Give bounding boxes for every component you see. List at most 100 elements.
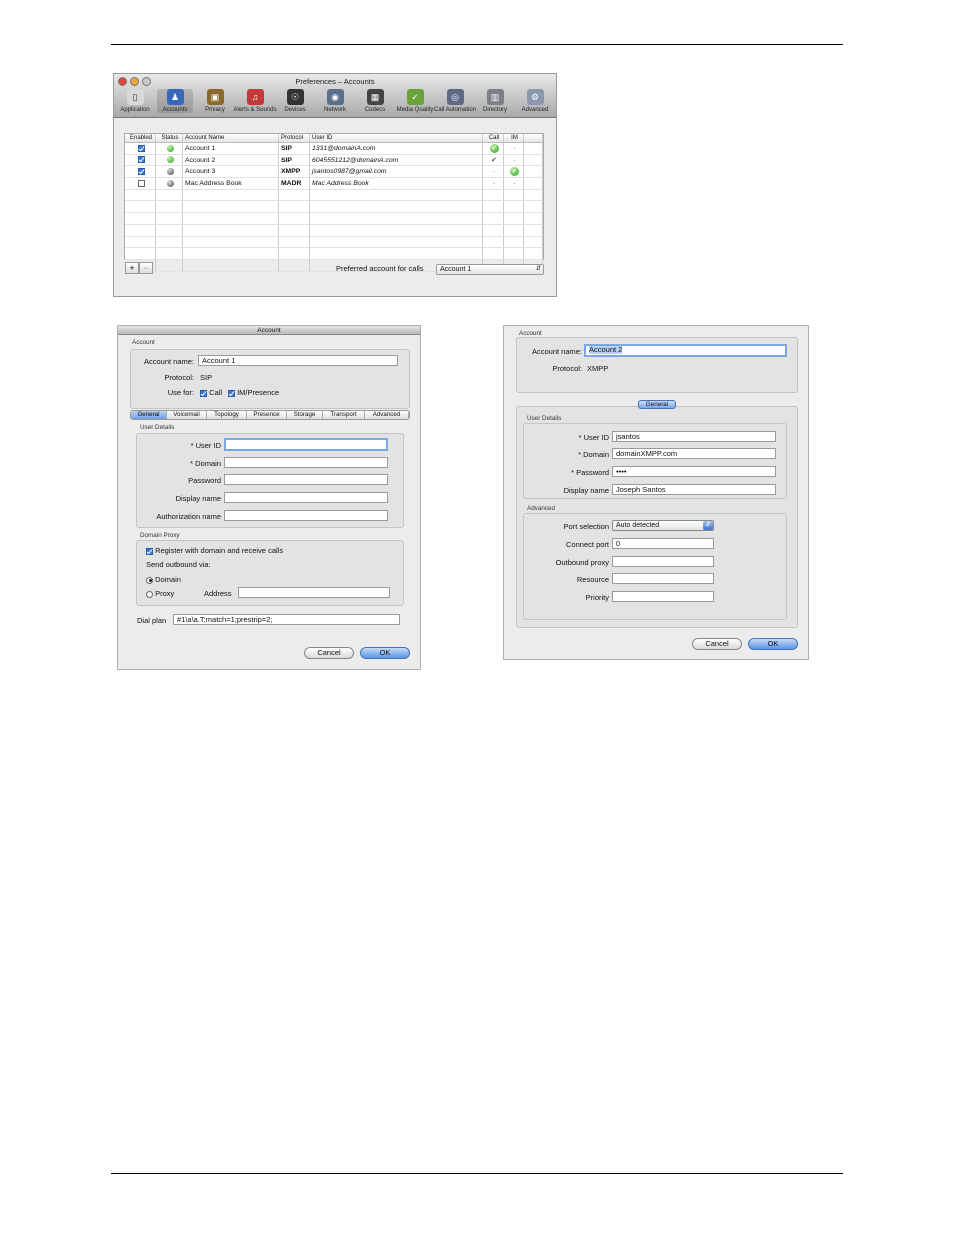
call-dot: · [492,168,496,176]
remove-account-button[interactable]: − [139,262,153,274]
enabled-checkbox[interactable] [137,144,145,152]
toolbar-item[interactable]: ♟ Accounts [157,89,193,113]
resource-field[interactable] [612,573,714,584]
password-field[interactable] [224,474,388,485]
call-checkbox[interactable] [200,389,207,397]
enabled-cell[interactable] [125,178,156,189]
display-name-field[interactable]: Joseph Santos [612,484,776,495]
column-header[interactable]: Status [156,134,183,142]
domain-field[interactable] [224,457,388,468]
priority-field[interactable] [612,591,714,602]
domain-radio[interactable] [146,576,153,584]
domain-field[interactable]: domainXMPP.com [612,448,776,459]
preferred-account-select[interactable]: Account 1 ⇵ [436,264,544,275]
enabled-cell[interactable] [125,224,156,236]
im-presence-option[interactable]: IM/Presence [228,388,279,397]
tab-presence[interactable]: Presence [247,411,287,419]
outbound-proxy-field[interactable] [612,556,714,567]
proxy-radio-option[interactable]: Proxy [146,589,174,598]
im-cell: · [504,178,524,189]
network-icon: ◉ [326,89,344,105]
register-checkbox[interactable] [146,547,153,555]
tab-general[interactable]: General [131,411,167,419]
account-tabs: General Voicemail Topology Presence Storage T… [130,410,410,420]
connect-port-field[interactable]: 0 [612,538,714,549]
user-id-field[interactable] [224,438,388,451]
enabled-cell[interactable] [125,166,156,178]
enabled-cell[interactable] [125,248,156,259]
table-row[interactable]: Account 3 XMPP jsantos0987@gmail.com · ✓ [125,166,543,179]
user-details-group-label: User Details [527,415,562,422]
account-name-cell: Account 2 [183,154,279,166]
cancel-button[interactable]: Cancel [304,647,354,659]
enabled-cell[interactable] [125,213,156,224]
preferences-toolbar: ▯ Application ♟ Accounts ▣ Privacy ♫ Alerts & S… [117,89,553,113]
table-row [125,189,543,202]
account-name-cell [183,189,279,201]
user-id-field[interactable]: jsantos [612,431,776,442]
add-account-button[interactable]: + [125,262,139,274]
toolbar-item[interactable]: ▣ Privacy [197,89,233,113]
column-header[interactable]: Enabled [125,134,156,142]
privacy-icon: ▣ [206,89,224,105]
tab-storage[interactable]: Storage [287,411,323,419]
protocol-cell [279,213,310,224]
register-option[interactable]: Register with domain and receive calls [146,546,283,555]
toolbar-item[interactable]: ▯ Application [117,89,153,113]
toolbar-item[interactable]: ◉ Network [317,89,353,113]
table-row[interactable]: Account 1 SIP 1331@domainA.com ✓ · [125,143,543,155]
enabled-checkbox[interactable] [137,179,145,187]
tab-transport[interactable]: Transport [323,411,365,419]
spacer-cell [524,166,543,178]
domain-radio-label: Domain [155,575,181,584]
ok-button[interactable]: OK [748,638,798,650]
im-presence-checkbox[interactable] [228,389,235,397]
authorization-name-field[interactable] [224,510,388,521]
spacer-cell [524,213,543,224]
cancel-button[interactable]: Cancel [692,638,742,650]
column-header[interactable]: Account Name [183,134,279,142]
dial-plan-field[interactable]: #1\a\a.T;match=1;prestrip=2; [173,614,400,625]
ok-button[interactable]: OK [360,647,410,659]
proxy-address-field[interactable] [238,587,390,598]
table-row[interactable]: Mac Address Book MADR Mac Address Book · · [125,178,543,190]
display-name-field[interactable] [224,492,388,503]
toolbar-item[interactable]: ✓ Media Quality [397,89,433,113]
enabled-cell[interactable] [125,201,156,213]
toolbar-item[interactable]: ♫ Alerts & Sounds [233,89,277,113]
protocol-cell [279,189,310,201]
port-selection-select[interactable]: Auto detected ⇵ [612,520,714,531]
column-header[interactable]: Protocol [279,134,310,142]
enabled-cell[interactable] [125,154,156,166]
enabled-cell[interactable] [125,236,156,248]
account-name-field[interactable]: Account 2 [584,344,787,357]
domain-radio-option[interactable]: Domain [146,575,181,584]
spacer-cell [524,248,543,259]
password-field[interactable]: •••• [612,466,776,477]
toolbar-item[interactable]: ▦ Codecs [357,89,393,113]
protocol-value: SIP [200,373,213,382]
tab-advanced[interactable]: Advanced [365,411,409,419]
table-row[interactable]: Account 2 SIP 6045551212@domainA.com ✔ · [125,154,543,167]
enabled-checkbox[interactable] [137,156,145,164]
proxy-radio[interactable] [146,590,153,598]
call-option[interactable]: Call [200,388,222,397]
enabled-cell[interactable] [125,189,156,201]
toolbar-item[interactable]: ▥ Directory [477,89,513,113]
account-name-field[interactable]: Account 1 [198,355,398,366]
tab-general[interactable]: General [638,400,676,409]
column-header[interactable]: Call [483,134,504,142]
table-row [125,201,543,214]
column-header[interactable]: IM [504,134,524,142]
column-header[interactable]: User ID [310,134,483,142]
tab-topology[interactable]: Topology [207,411,247,419]
toolbar-item[interactable]: ◎ Call Automation [434,89,476,113]
toolbar-item[interactable]: ☉ Devices [277,89,313,113]
enabled-cell[interactable] [125,143,156,154]
enabled-checkbox[interactable] [137,168,145,176]
toolbar-item[interactable]: ⚙ Advanced [517,89,553,113]
accounts-table[interactable]: Enabled Status Account Name Protocol Use… [124,133,544,272]
port-selection-label: Port selection [563,522,609,531]
call-cell: ✔ [483,154,504,166]
tab-voicemail[interactable]: Voicemail [167,411,207,419]
